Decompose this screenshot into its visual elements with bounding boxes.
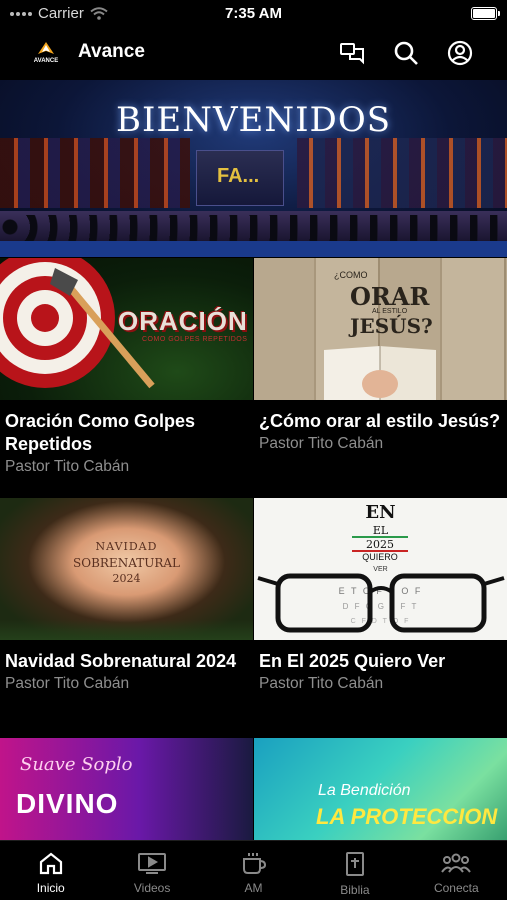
tab-label: Inicio	[36, 881, 65, 895]
coffee-icon	[242, 853, 266, 874]
sermon-card[interactable]: ORACIÓN COMO GOLPES REPETIDOS Oración Co…	[0, 258, 253, 476]
sermon-card[interactable]: EN EL 2025 QUIERO VER E T O F C O F D F …	[254, 498, 507, 693]
thumb-line2: LA PROTECCION	[316, 804, 498, 829]
thumb-line2: DIVINO	[16, 788, 119, 819]
sermon-title: Oración Como Golpes Repetidos	[5, 411, 196, 454]
sermon-title: ¿Cómo orar al estilo Jesús?	[259, 411, 501, 431]
logo-text: AVANCE	[34, 58, 58, 64]
thumb-title: ORACIÓN	[118, 306, 248, 336]
hero-center-screen: FA...	[196, 150, 284, 206]
account-icon[interactable]	[445, 38, 475, 68]
sermon-thumbnail: NAVIDAD SOBRENATURAL 2024	[0, 498, 253, 640]
sermon-thumbnail: Suave Soplo DIVINO	[0, 738, 253, 840]
hero-stage-lights-left	[0, 138, 190, 208]
hero-banner[interactable]: FA... BIENVENIDOS	[0, 80, 507, 257]
bottom-tab-bar: Inicio Videos AM Biblia Conecta	[0, 840, 507, 900]
search-icon[interactable]	[391, 38, 421, 68]
battery-icon	[471, 7, 500, 20]
status-time: 7:35 AM	[225, 5, 282, 22]
sermon-card[interactable]: Suave Soplo DIVINO	[0, 738, 253, 840]
app-title: Avance	[78, 41, 145, 62]
tab-biblia[interactable]: Biblia	[304, 841, 405, 900]
sermon-title: Navidad Sobrenatural 2024	[5, 651, 237, 671]
tv-icon	[138, 853, 167, 874]
hero-bottom-band	[0, 241, 507, 257]
hero-title: BIENVENIDOS	[116, 100, 391, 140]
tab-label: AM	[244, 881, 263, 895]
tab-inicio[interactable]: Inicio	[0, 841, 101, 900]
sermon-card[interactable]: La Bendición LA PROTECCION	[254, 738, 507, 840]
tab-label: Biblia	[340, 883, 370, 897]
people-icon	[441, 853, 472, 873]
sermon-thumbnail: ¿COMO ORAR AL ESTILO JESÚS?	[254, 258, 507, 400]
hero-stage-lights-right	[297, 138, 507, 208]
tab-label: Videos	[133, 881, 171, 895]
sermon-author: Pastor Tito Cabán	[259, 435, 384, 452]
status-bar: Carrier 7:35 AM	[0, 0, 507, 28]
sermon-thumbnail: La Bendición LA PROTECCION	[254, 738, 507, 840]
tab-label: Conecta	[433, 881, 479, 895]
sermon-author: Pastor Tito Cabán	[259, 675, 384, 692]
foliage-bottom	[0, 620, 253, 640]
sermon-card[interactable]: NAVIDAD SOBRENATURAL 2024 Navidad Sobren…	[0, 498, 253, 693]
avance-logo: AVANCE	[34, 42, 58, 64]
sermon-thumbnail: ORACIÓN COMO GOLPES REPETIDOS	[0, 258, 253, 400]
sermon-author: Pastor Tito Cabán	[5, 675, 130, 692]
sermon-card[interactable]: ¿COMO ORAR AL ESTILO JESÚS? ¿Cómo orar a…	[254, 258, 507, 453]
sermon-thumbnail: EN EL 2025 QUIERO VER E T O F C O F D F …	[254, 498, 507, 640]
thumb-line2: SOBRENATURAL	[73, 556, 180, 570]
thumb-line1: NAVIDAD	[95, 540, 158, 553]
bible-icon	[345, 852, 364, 876]
hero-crowd	[0, 215, 507, 241]
tab-videos[interactable]: Videos	[101, 841, 202, 900]
hero-screen-text: FA...	[217, 165, 260, 187]
chat-icon[interactable]	[337, 38, 367, 68]
glasses-icon	[257, 573, 505, 633]
sermon-author: Pastor Tito Cabán	[5, 458, 130, 475]
tab-am[interactable]: AM	[203, 841, 304, 900]
thumb-line3: 2024	[112, 572, 141, 585]
open-bible-illustration	[324, 346, 436, 400]
tab-conecta[interactable]: Conecta	[406, 841, 507, 900]
thumb-subtitle: COMO GOLPES REPETIDOS	[142, 336, 248, 343]
home-icon	[39, 852, 62, 875]
thumb-line1: La Bendición	[318, 782, 411, 799]
sermon-title: En El 2025 Quiero Ver	[259, 651, 446, 671]
thumb-line1: Suave Soplo	[20, 754, 133, 775]
app-header: AVANCE Avance	[0, 28, 507, 78]
